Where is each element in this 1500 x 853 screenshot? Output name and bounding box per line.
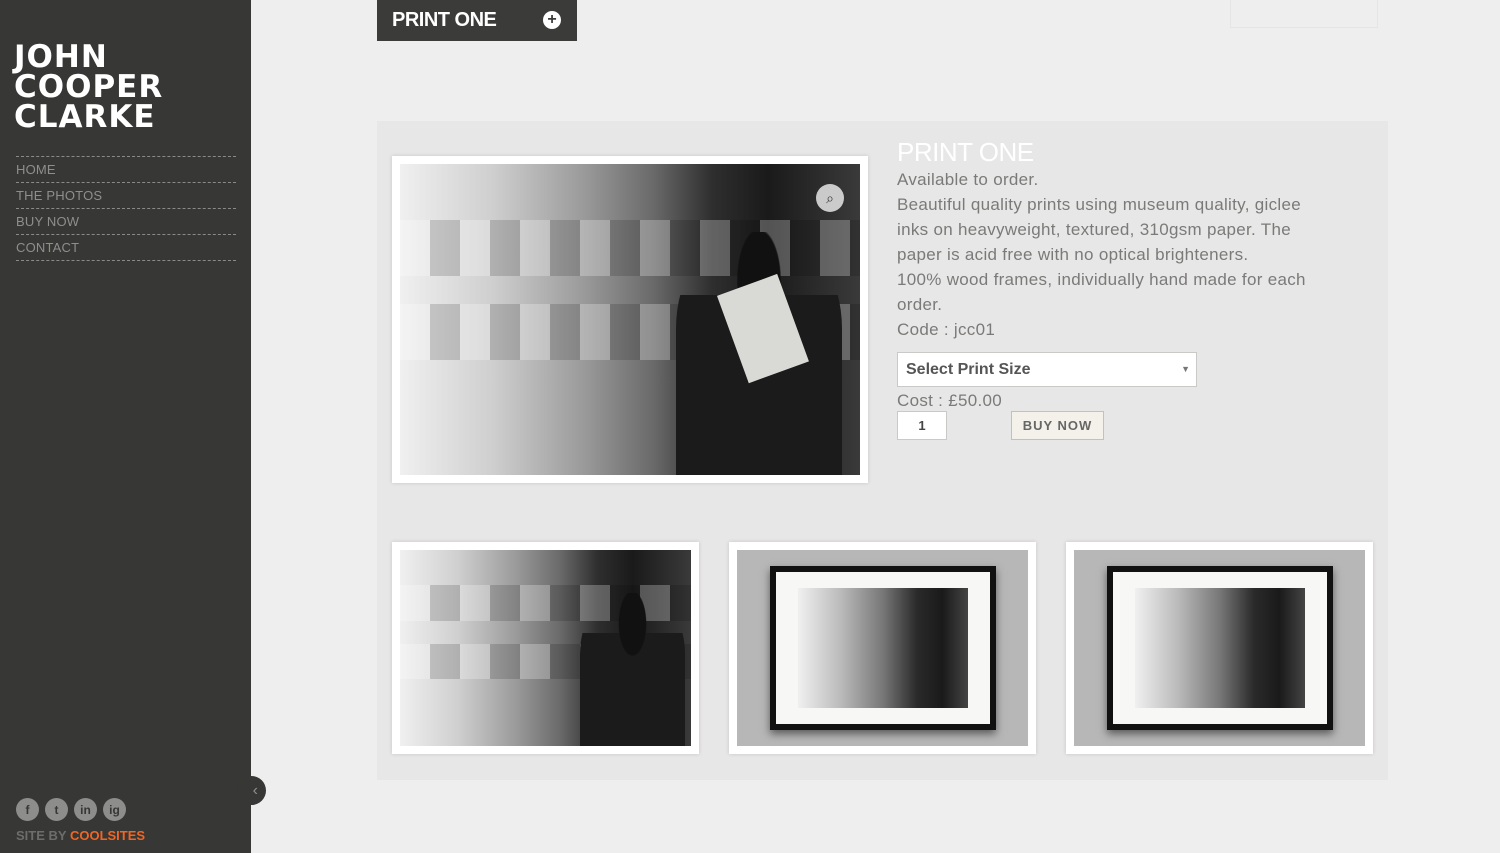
product-title: PRINT ONE (897, 137, 1034, 167)
print-image (797, 588, 968, 708)
print-size-select[interactable]: Select Print Size ▼ (897, 352, 1197, 387)
thumbnail-1[interactable] (392, 542, 699, 754)
nav-item-contact[interactable]: CONTACT (16, 235, 236, 261)
site-credit: SITE BY COOLSITES (16, 828, 145, 843)
plus-circle-icon[interactable]: + (543, 11, 561, 29)
portrait-figure (580, 593, 686, 746)
page-tab-title: PRINT ONE (392, 9, 497, 31)
main-product-image[interactable]: ⌕ (392, 156, 868, 483)
print-size-select-label: Select Print Size (906, 361, 1031, 378)
thumbnail-photo (400, 550, 691, 746)
credit-brand-link[interactable]: COOLSITES (70, 828, 145, 843)
dropdown-arrow-icon: ▼ (1181, 364, 1190, 374)
nav-item-the-photos[interactable]: THE PHOTOS (16, 183, 236, 209)
sidebar-collapse-button[interactable]: ‹ (237, 776, 266, 805)
product-panel: ⌕ PRINT ONE Available to order. Beautifu… (377, 121, 1388, 780)
framed-print-preview (1074, 550, 1365, 746)
nav-item-buy-now[interactable]: BUY NOW (16, 209, 236, 235)
availability-text: Available to order. (897, 170, 1039, 189)
twitter-icon[interactable]: t (45, 798, 68, 821)
header-placeholder (1230, 0, 1378, 28)
logo-line-3: CLARKE (14, 99, 156, 135)
purchase-row: 1 BUY NOW (897, 411, 1327, 441)
mount (775, 572, 990, 724)
thumbnail-2[interactable] (729, 542, 1036, 754)
buy-now-button[interactable]: BUY NOW (1011, 411, 1104, 440)
linkedin-icon[interactable]: in (74, 798, 97, 821)
product-cost: Cost : £50.00 (897, 391, 1003, 410)
product-info: PRINT ONE Available to order. Beautiful … (897, 137, 1327, 441)
product-description: Available to order. Beautiful quality pr… (897, 167, 1327, 342)
mount (1112, 572, 1327, 724)
main-nav: HOME THE PHOTOS BUY NOW CONTACT (16, 156, 236, 261)
social-links: f t in ig (16, 798, 126, 821)
wood-frame (1106, 566, 1333, 730)
zoom-icon[interactable]: ⌕ (816, 184, 844, 212)
facebook-icon[interactable]: f (16, 798, 39, 821)
product-code: Code : jcc01 (897, 320, 996, 339)
nav-item-home[interactable]: HOME (16, 157, 236, 183)
chevron-left-icon: ‹ (252, 781, 258, 799)
logo-line-2: COOPER (14, 69, 164, 105)
paper-description: Beautiful quality prints using museum qu… (897, 195, 1301, 264)
frame-description: 100% wood frames, individually hand made… (897, 270, 1306, 314)
site-logo[interactable]: JOHN COOPER CLARKE (14, 39, 164, 135)
sidebar: JOHN COOPER CLARKE HOME THE PHOTOS BUY N… (0, 0, 251, 853)
product-photo: ⌕ (400, 164, 860, 475)
print-image (1134, 588, 1305, 708)
wood-frame (769, 566, 996, 730)
credit-prefix: SITE BY (16, 828, 70, 843)
thumbnail-3[interactable] (1066, 542, 1373, 754)
quantity-input[interactable]: 1 (897, 411, 947, 440)
logo-line-1: JOHN (14, 39, 108, 75)
instagram-icon[interactable]: ig (103, 798, 126, 821)
page-tab[interactable]: PRINT ONE + (377, 0, 577, 41)
framed-print-preview (737, 550, 1028, 746)
